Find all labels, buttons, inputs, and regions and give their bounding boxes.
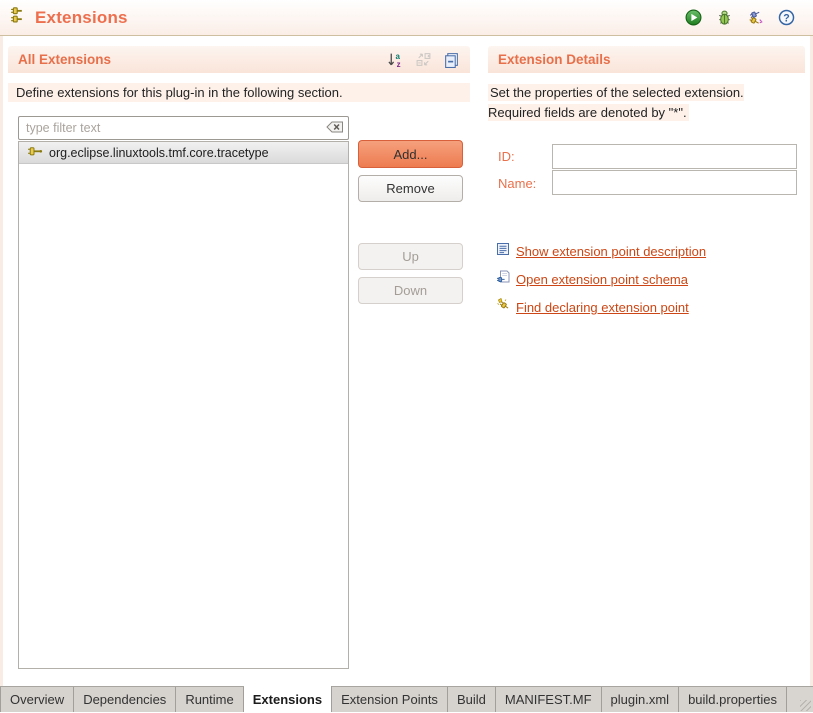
tab-manifest-mf[interactable]: MANIFEST.MF — [496, 687, 602, 712]
find-declaring-extension-point-link[interactable]: Find declaring extension point — [516, 300, 689, 315]
resize-grip[interactable] — [800, 700, 811, 711]
tab-extensions[interactable]: Extensions — [244, 686, 332, 712]
extensions-icon — [10, 6, 28, 29]
name-label: Name: — [498, 176, 536, 191]
extension-details-section-header: Extension Details — [488, 46, 805, 73]
remove-button[interactable]: Remove — [358, 175, 463, 202]
add-button[interactable]: Add... — [358, 140, 463, 168]
description-doc-icon — [496, 242, 510, 261]
schema-file-icon — [496, 270, 510, 289]
tab-runtime[interactable]: Runtime — [176, 687, 243, 712]
open-extension-point-schema-link[interactable]: Open extension point schema — [516, 272, 688, 287]
header-toolbar: ? — [684, 9, 803, 27]
svg-text:?: ? — [783, 12, 789, 24]
extension-details-description: Set the properties of the selected exten… — [488, 83, 800, 123]
name-field[interactable] — [552, 170, 797, 195]
plugin-manifest-editor: Extensions — [0, 0, 813, 713]
expand-state-icon[interactable] — [414, 51, 432, 69]
clear-filter-icon[interactable] — [326, 120, 344, 134]
show-extension-point-description-link[interactable]: Show extension point description — [516, 244, 706, 259]
plugin-export-icon[interactable] — [746, 9, 764, 27]
find-extension-point-icon — [496, 298, 510, 317]
detail-links: Show extension point description Open ex… — [496, 242, 806, 326]
id-field[interactable] — [552, 144, 797, 169]
run-icon[interactable] — [684, 9, 702, 27]
tab-plugin-xml[interactable]: plugin.xml — [602, 687, 680, 712]
sort-alpha-icon[interactable]: a z — [386, 51, 404, 69]
tab-overview[interactable]: Overview — [0, 687, 74, 712]
filter-input[interactable] — [18, 116, 349, 140]
link-row: Find declaring extension point — [496, 298, 806, 317]
all-extensions-title: All Extensions — [18, 52, 111, 67]
tab-extension-points[interactable]: Extension Points — [332, 687, 448, 712]
list-item-extension[interactable]: org.eclipse.linuxtools.tmf.core.tracetyp… — [19, 142, 348, 164]
down-button[interactable]: Down — [358, 277, 463, 304]
debug-icon[interactable] — [715, 9, 733, 27]
all-extensions-description: Define extensions for this plug-in in th… — [8, 83, 470, 102]
help-icon[interactable]: ? — [777, 9, 795, 27]
extension-details-title: Extension Details — [498, 52, 611, 67]
filter-field-wrap — [18, 116, 349, 140]
tab-dependencies[interactable]: Dependencies — [74, 687, 176, 712]
tab-build[interactable]: Build — [448, 687, 496, 712]
list-item-label: org.eclipse.linuxtools.tmf.core.tracetyp… — [49, 146, 269, 160]
editor-tab-bar: Overview Dependencies Runtime Extensions… — [0, 686, 813, 712]
all-extensions-section-header: All Extensions a z — [8, 46, 470, 73]
svg-text:z: z — [396, 60, 400, 68]
up-button[interactable]: Up — [358, 243, 463, 270]
id-label: ID: — [498, 149, 515, 164]
link-row: Show extension point description — [496, 242, 806, 261]
extensions-list[interactable]: org.eclipse.linuxtools.tmf.core.tracetyp… — [18, 141, 349, 669]
form-header: Extensions — [0, 0, 813, 36]
collapse-all-icon[interactable] — [442, 51, 460, 69]
tab-build-properties[interactable]: build.properties — [679, 687, 787, 712]
left-edge-border — [0, 0, 3, 686]
link-row: Open extension point schema — [496, 270, 806, 289]
page-title: Extensions — [35, 8, 128, 28]
extension-plug-icon — [27, 146, 43, 160]
